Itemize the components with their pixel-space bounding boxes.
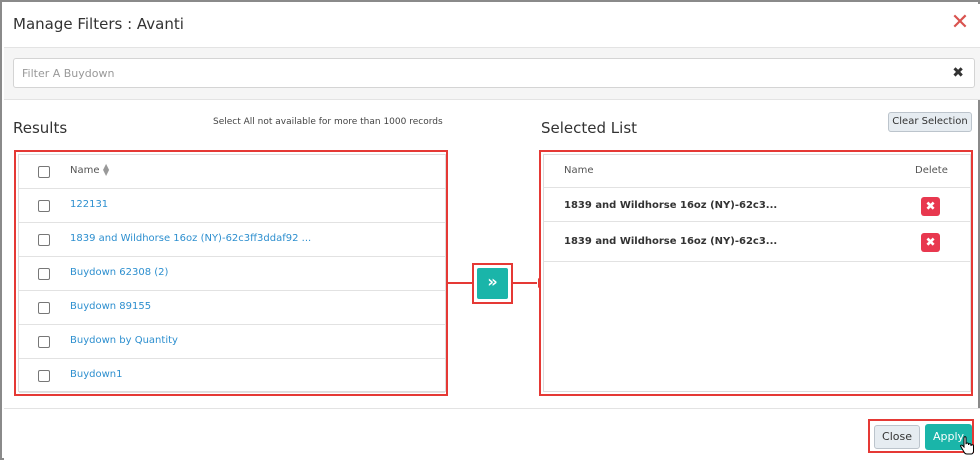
close-icon[interactable]: ✕ bbox=[950, 12, 970, 36]
row-checkbox[interactable] bbox=[38, 336, 50, 348]
table-row: 1839 and Wildhorse 16oz (NY)-62c3... ✖ bbox=[544, 188, 970, 222]
double-chevron-right-icon[interactable]: » bbox=[477, 268, 508, 299]
selected-table: Name Delete 1839 and Wildhorse 16oz (NY)… bbox=[543, 154, 971, 392]
close-button[interactable]: Close bbox=[874, 425, 920, 449]
name-column-header[interactable]: Name bbox=[70, 165, 100, 176]
search-input[interactable] bbox=[14, 59, 934, 87]
sort-icon[interactable]: ▲ ▼ bbox=[103, 163, 109, 177]
row-link[interactable]: 122131 bbox=[70, 199, 108, 210]
row-link[interactable]: Buydown 89155 bbox=[70, 301, 151, 312]
row-checkbox[interactable] bbox=[38, 302, 50, 314]
selected-item-label: 1839 and Wildhorse 16oz (NY)-62c3... bbox=[564, 236, 778, 247]
row-link[interactable]: 1839 and Wildhorse 16oz (NY)-62c3ff3ddaf… bbox=[70, 233, 311, 244]
move-button-highlight: » bbox=[472, 263, 513, 304]
selected-item-label: 1839 and Wildhorse 16oz (NY)-62c3... bbox=[564, 200, 778, 211]
select-all-checkbox[interactable] bbox=[38, 166, 50, 178]
results-header-row: Name ▲ ▼ bbox=[19, 155, 445, 189]
dialog-footer bbox=[4, 408, 980, 460]
row-checkbox[interactable] bbox=[38, 234, 50, 246]
results-table: Name ▲ ▼ 122131 1839 and Wildhorse 16oz (… bbox=[18, 154, 446, 393]
clear-search-icon[interactable]: ✖ bbox=[952, 64, 964, 82]
dialog-header: Manage Filters : Avanti ✕ bbox=[4, 4, 980, 48]
row-link[interactable]: Buydown by Quantity bbox=[70, 335, 178, 346]
table-row: Buydown by Quantity bbox=[19, 325, 445, 359]
selected-header-row: Name Delete bbox=[544, 155, 970, 188]
selected-list-title: Selected List bbox=[541, 119, 638, 137]
table-row: Buydown1 bbox=[19, 359, 445, 393]
hand-cursor-icon bbox=[959, 436, 974, 455]
arrow-connector bbox=[513, 282, 537, 284]
search-box: ✖ bbox=[13, 58, 975, 88]
manage-filters-dialog: Manage Filters : Avanti ✕ ✖ Results Sele… bbox=[0, 0, 980, 460]
row-checkbox[interactable] bbox=[38, 268, 50, 280]
selected-panel: Name Delete 1839 and Wildhorse 16oz (NY)… bbox=[539, 150, 973, 396]
row-checkbox[interactable] bbox=[38, 370, 50, 382]
arrow-connector bbox=[448, 282, 472, 284]
table-row: 1839 and Wildhorse 16oz (NY)-62c3ff3ddaf… bbox=[19, 223, 445, 257]
table-row: 122131 bbox=[19, 189, 445, 223]
dialog-title: Manage Filters : Avanti bbox=[13, 15, 184, 33]
delete-icon[interactable]: ✖ bbox=[921, 197, 940, 216]
results-panel: Name ▲ ▼ 122131 1839 and Wildhorse 16oz (… bbox=[14, 150, 448, 396]
clear-selection-button[interactable]: Clear Selection bbox=[888, 112, 972, 132]
table-row: Buydown 89155 bbox=[19, 291, 445, 325]
row-checkbox[interactable] bbox=[38, 200, 50, 212]
table-row: 1839 and Wildhorse 16oz (NY)-62c3... ✖ bbox=[544, 222, 970, 262]
results-title: Results bbox=[13, 119, 68, 137]
delete-icon[interactable]: ✖ bbox=[921, 233, 940, 252]
search-bar: ✖ bbox=[4, 48, 980, 100]
table-row: Buydown 62308 (2) bbox=[19, 257, 445, 291]
row-link[interactable]: Buydown 62308 (2) bbox=[70, 267, 168, 278]
delete-column-header: Delete bbox=[915, 165, 948, 176]
name-column-header: Name bbox=[564, 165, 594, 176]
row-link[interactable]: Buydown1 bbox=[70, 369, 122, 380]
results-note: Select All not available for more than 1… bbox=[213, 117, 443, 127]
